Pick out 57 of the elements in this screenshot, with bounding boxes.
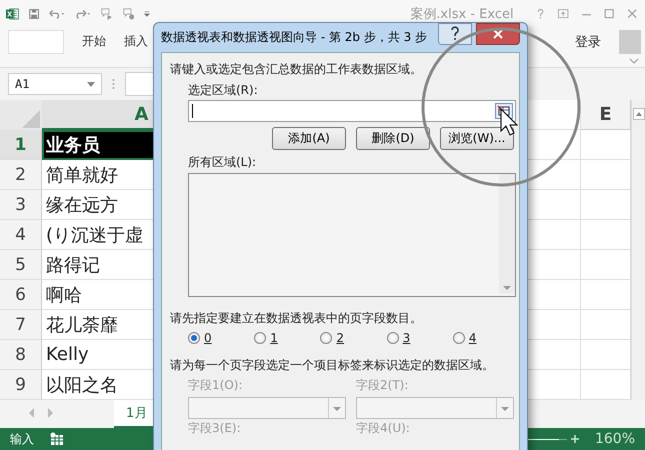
row-header[interactable]: 1 bbox=[0, 130, 42, 160]
file-tab-box[interactable] bbox=[8, 30, 64, 54]
table-cell[interactable] bbox=[581, 190, 631, 220]
table-cell[interactable] bbox=[581, 310, 631, 340]
instruction-text: 请键入或选定包含汇总数据的工作表数据区域。 bbox=[170, 61, 423, 78]
table-cell[interactable] bbox=[581, 160, 631, 190]
page-count-radio[interactable]: 3 bbox=[386, 331, 453, 345]
table-cell[interactable] bbox=[581, 340, 631, 370]
name-box[interactable]: A1 bbox=[8, 73, 102, 96]
comment-play-icon[interactable] bbox=[101, 6, 113, 22]
grip-icon bbox=[112, 78, 115, 90]
dialog-button[interactable]: 添加(A) bbox=[272, 127, 346, 150]
chevron-down-icon[interactable] bbox=[629, 58, 639, 66]
scrollbar-track[interactable] bbox=[499, 174, 515, 294]
zoom-level[interactable]: 160% bbox=[594, 431, 635, 448]
customize-dropdown-icon[interactable] bbox=[144, 10, 150, 18]
field-label: 字段4(U): bbox=[356, 420, 411, 437]
close-icon[interactable] bbox=[492, 28, 504, 38]
page-count-radio[interactable]: 2 bbox=[320, 331, 387, 345]
page-count-radio[interactable]: 4 bbox=[452, 331, 520, 345]
sign-in-link[interactable]: 登录 bbox=[575, 32, 601, 51]
help-icon[interactable] bbox=[438, 22, 472, 44]
table-cell[interactable] bbox=[581, 280, 631, 310]
status-text: 输入 bbox=[10, 430, 34, 448]
ribbon-display-icon[interactable] bbox=[556, 6, 570, 21]
window-title: 案例.xlsx - Excel bbox=[410, 6, 514, 23]
table-cell[interactable] bbox=[581, 220, 631, 250]
ranges-list[interactable] bbox=[188, 173, 516, 297]
maximize-icon[interactable] bbox=[602, 6, 616, 21]
redo-icon[interactable] bbox=[75, 8, 92, 20]
zoom-in-icon[interactable] bbox=[570, 435, 579, 444]
range-input-field[interactable] bbox=[188, 100, 516, 122]
ribbon-tab[interactable]: 插入 bbox=[124, 33, 148, 50]
dialog-button[interactable]: 删除(D) bbox=[356, 127, 430, 150]
avatar-placeholder bbox=[619, 30, 641, 54]
macro-record-icon[interactable] bbox=[50, 432, 64, 446]
close-icon[interactable] bbox=[626, 6, 639, 21]
scroll-up-icon[interactable] bbox=[632, 108, 644, 120]
excel-logo-icon bbox=[6, 6, 20, 22]
comment-delete-icon[interactable] bbox=[122, 6, 134, 22]
table-cell[interactable] bbox=[581, 130, 631, 160]
field-label: 字段1(O): bbox=[188, 377, 244, 394]
field-label: 字段3(E): bbox=[188, 420, 242, 437]
dialog-button[interactable]: 浏览(W)... bbox=[440, 127, 514, 150]
field-label: 字段2(T): bbox=[356, 377, 410, 394]
column-header[interactable]: E bbox=[581, 100, 631, 130]
ribbon-tab[interactable]: 开始 bbox=[82, 33, 106, 50]
undo-icon[interactable] bbox=[49, 8, 66, 20]
scroll-right-icon[interactable] bbox=[46, 408, 54, 418]
save-icon[interactable] bbox=[29, 6, 40, 21]
scroll-left-icon[interactable] bbox=[28, 408, 36, 418]
select-all-corner[interactable] bbox=[0, 100, 42, 130]
table-cell[interactable] bbox=[581, 370, 631, 400]
dialog-title: 数据透视表和数据透视图向导 - 第 2b 步，共 3 步 bbox=[161, 29, 428, 46]
field-label: 选定区域(R): bbox=[188, 82, 259, 99]
table-cell[interactable] bbox=[581, 250, 631, 280]
page-count-radio[interactable]: 1 bbox=[254, 331, 320, 345]
